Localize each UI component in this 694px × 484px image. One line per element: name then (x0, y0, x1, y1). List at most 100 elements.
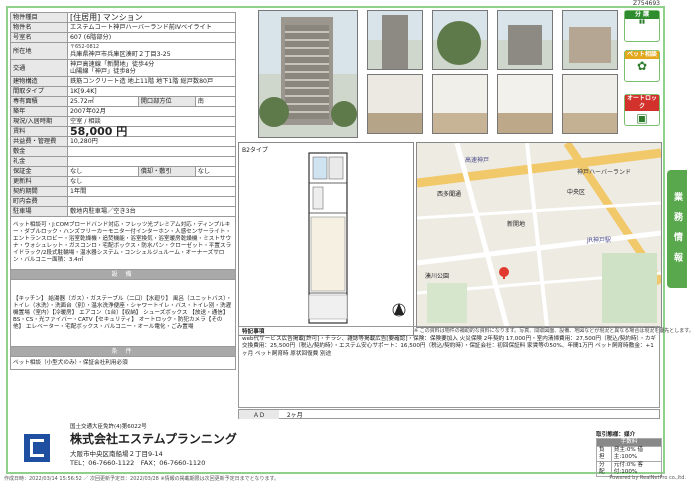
area-value: 25.72㎡ (67, 96, 139, 107)
address-label: 所在地 (10, 42, 68, 60)
map-label-3: 中央区 (567, 189, 586, 196)
property-info-table: 物件種目 [住居用] マンション 物件名 エステムコート神戸ハーバーランド前IV… (10, 12, 237, 370)
amort-value: なし (194, 166, 237, 177)
remarks-box: 特記事項 web代サービス広告掲載[許可]・チラシ、雑誌等掲載広告[要確認]・保… (238, 326, 660, 408)
deposit-label: 敷金 (10, 146, 68, 157)
town-fee-value (67, 196, 236, 207)
document-id: Z754693 (632, 0, 660, 7)
contract-label: 契約期間 (10, 186, 68, 197)
direction-label: 開口部方位 (137, 96, 196, 107)
type-value: [住居用] マンション (67, 12, 236, 23)
map-label-6: 湊川公園 (425, 273, 450, 280)
fees-row-1-label: 負担 (596, 446, 612, 462)
ad-row: ＡＤ 2ヶ月 (238, 409, 660, 419)
photo-thumb-6[interactable] (432, 74, 488, 134)
business-info-tab[interactable]: 業 務 情 報 (667, 170, 687, 288)
town-fee-label: 町内会費 (10, 196, 68, 207)
rent-label: 賃料 (10, 126, 68, 137)
parking-label: 駐車場 (10, 206, 68, 217)
type-label: 物件種目 (10, 12, 68, 23)
lock-icon: ▣ (636, 111, 648, 125)
company-tel: TEL：06-7660-1122 FAX：06-7660-1120 (70, 459, 206, 467)
layout-value: 1K[9.4K] (67, 86, 236, 97)
photo-thumb-4[interactable] (562, 10, 618, 70)
renew-label: 更新料 (10, 176, 68, 187)
photo-thumb-1[interactable] (367, 10, 423, 70)
footer: 作成日時：2022/03/14 15:56:52 ／ 次回更新予定日：2022/… (4, 475, 690, 482)
fees-sub: 手数料 (596, 438, 662, 447)
photo-thumb-7[interactable] (497, 74, 553, 134)
location-map[interactable]: 高速神戸 西多聞通 中央区 神戸ハーバーランド 新開地 湊川公園 JR神戸駅 (416, 142, 662, 328)
renew-value: なし (67, 176, 236, 187)
fees-title: 取引態様：媒介 (596, 432, 636, 438)
autolock-badge: オートロック ▣ (624, 94, 660, 126)
ad-value: 2ヶ月 (286, 412, 303, 419)
deposit-value (67, 146, 236, 157)
traffic-line-1: 神戸高速線「新開地」徒歩4分 (70, 61, 155, 68)
map-label-5: 新開地 (507, 221, 526, 228)
paw-icon: ✿ (636, 59, 648, 73)
footer-right: Powered by RealNetPro co.,ltd. (609, 475, 686, 481)
page: Z754693 物件種目 [住居用] マンション 物件名 エステムコート神戸ハー… (0, 0, 694, 484)
company-logo-icon (24, 434, 50, 462)
map-label-1: 高速神戸 (465, 157, 490, 164)
area-label: 専有面積 (10, 96, 68, 107)
features-text: ペット相談可・J:COMブロードバンド対応・フレッツ光プレミアム対応・ディンプル… (10, 216, 236, 270)
structure-value: 鉄筋コンクリート造 地上11階 地下1階 総戸数80戸 (67, 76, 236, 87)
company-name: 株式会社エステムプランニング (70, 432, 237, 446)
company-license: 国土交通大臣免許(4)第6022号 (70, 424, 147, 430)
map-label-4: 神戸ハーバーランド (577, 169, 631, 176)
company-block: 国土交通大臣免許(4)第6022号 株式会社エステムプランニング 大阪市中央区南… (10, 422, 590, 470)
structure-label: 建物構造 (10, 76, 68, 87)
traffic-label: 交通 (10, 59, 68, 77)
bunjo-badge: 分 譲 ▮▮ (624, 10, 660, 42)
fees-table: 手数料 負担 貸主:0% 借主:100% 分配 元付:0% 客付:100% (596, 438, 663, 477)
building-photo[interactable] (258, 10, 358, 138)
equipment-text: 【キッチン】 給湯器（ガス）・ガステーブル（二口）【水廻り】 風呂（ユニットバス… (10, 279, 236, 347)
conditions-title: 条 件 (10, 346, 236, 357)
name-value: エステムコート神戸ハーバーランド前IVベイライト (67, 22, 236, 33)
layout-label: 間取タイプ (10, 86, 68, 97)
footer-left: 作成日時：2022/03/14 15:56:52 ／ 次回更新予定日：2022/… (4, 476, 279, 482)
remarks-text: web代サービス広告掲載[許可]・チラシ、雑誌等掲載広告[要確認]・保険：保険要… (242, 336, 657, 357)
conditions-text: ペット相談（小型犬のみ）・保証会社利用必須 (10, 356, 236, 370)
fees-row-1-value: 貸主:0% 借主:100% (610, 446, 663, 462)
photo-thumb-8[interactable] (562, 74, 618, 134)
floor-plan[interactable]: B2タイプ (238, 142, 414, 336)
guarantee-value: なし (67, 166, 139, 177)
pet-badge: ペット相談 ✿ (624, 50, 660, 82)
photo-thumb-2[interactable] (432, 10, 488, 70)
floorplan-drawing (308, 152, 406, 324)
ad-label: ＡＤ (239, 410, 279, 419)
floorplan-label: B2タイプ (242, 147, 268, 154)
traffic-line-2: 山陽線「神戸」徒歩8分 (70, 68, 136, 75)
mgmt-label: 共益費・管理費 (10, 136, 68, 147)
guarantee-label: 保証金 (10, 166, 68, 177)
contract-value: 1年間 (67, 186, 236, 197)
pet-badge-title: ペット相談 (625, 51, 659, 59)
address-value: 兵庫県神戸市兵庫区湊町２丁目3-25 (70, 51, 171, 58)
built-label: 築年 (10, 106, 68, 117)
room-value: 607 (6階部分) (67, 32, 236, 43)
photo-thumb-3[interactable] (497, 10, 553, 70)
map-label-7: JR神戸駅 (587, 237, 611, 244)
built-value: 2007年02月 (67, 106, 236, 117)
traffic-cell: 神戸高速線「新開地」徒歩4分 山陽線「神戸」徒歩8分 (67, 59, 236, 77)
mgmt-value: 10,280円 (67, 136, 236, 147)
equipment-title: 設 備 (10, 269, 236, 280)
key-money-label: 礼金 (10, 156, 68, 167)
fees-box: 取引態様：媒介 手数料 負担 貸主:0% 借主:100% 分配 元付:0% 客付… (596, 430, 663, 477)
bunjo-badge-title: 分 譲 (625, 11, 659, 19)
rent-value: 58,000 円 (67, 126, 236, 137)
address-zip: 〒652-0812 (70, 44, 100, 50)
photo-thumb-5[interactable] (367, 74, 423, 134)
amort-label: 償却・敷引 (137, 166, 196, 177)
building-badge-icon: ▮▮ (638, 19, 646, 25)
key-money-value (67, 156, 236, 167)
status-label: 現況/入居時期 (10, 116, 68, 127)
autolock-badge-title: オートロック (625, 95, 659, 111)
map-label-2: 西多聞通 (437, 191, 462, 198)
parking-value: 敷地内駐車場／空き3台 (67, 206, 236, 217)
direction-value: 南 (194, 96, 237, 107)
room-label: 号室名 (10, 32, 68, 43)
